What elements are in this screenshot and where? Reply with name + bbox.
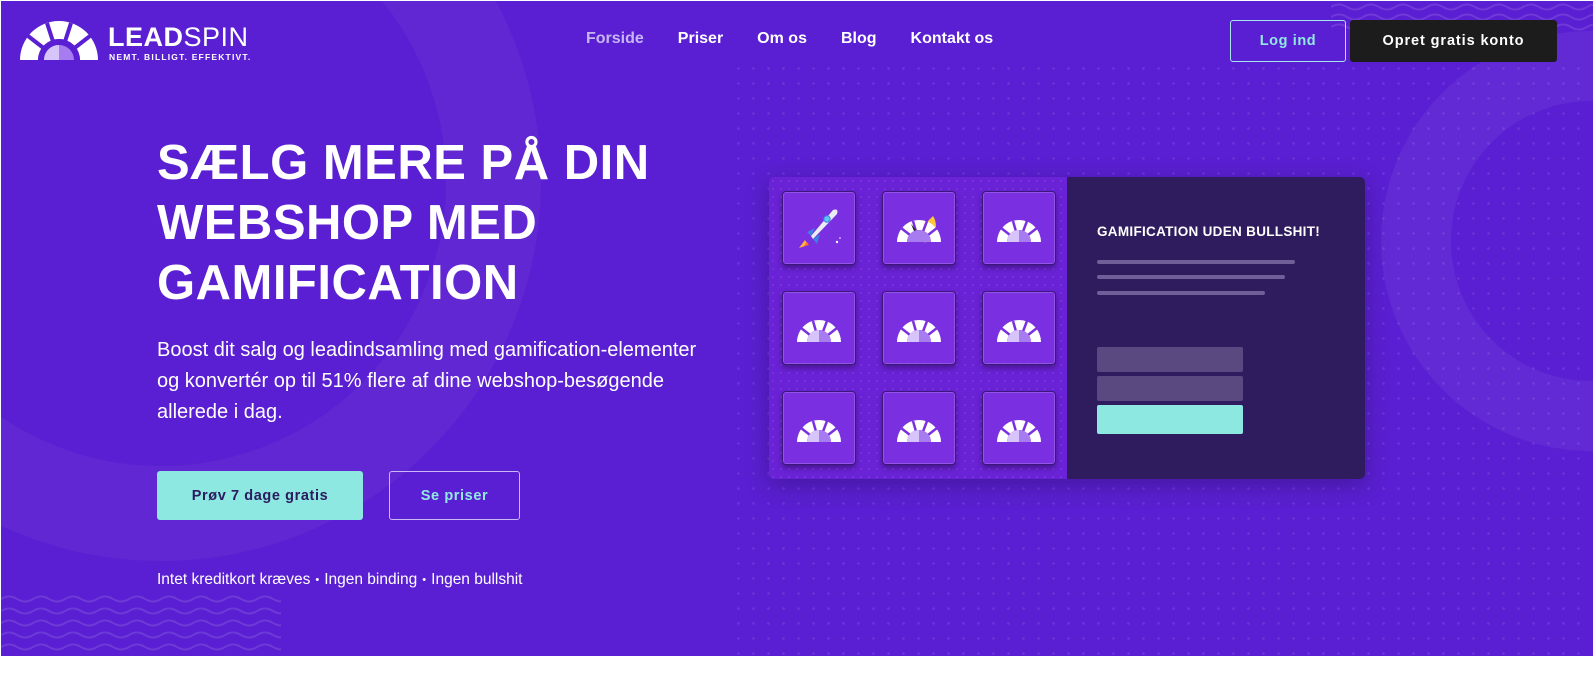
tile-wheel bbox=[882, 391, 956, 465]
wheel-logo-icon bbox=[20, 21, 98, 62]
leadspin-logo[interactable]: LEADSPIN NEMT. BILLIGT. EFFEKTIVT. bbox=[16, 16, 256, 62]
placeholder-text-line bbox=[1097, 275, 1285, 279]
bullet-separator: • bbox=[315, 574, 320, 586]
brand-tagline: NEMT. BILLIGT. EFFEKTIVT. bbox=[109, 52, 252, 62]
tile-grid bbox=[769, 177, 1067, 479]
tile-rocket bbox=[782, 191, 856, 265]
wheel-icon bbox=[797, 320, 841, 343]
hero-section: LEADSPIN NEMT. BILLIGT. EFFEKTIVT. Forsi… bbox=[1, 1, 1593, 656]
wheel-icon bbox=[897, 216, 941, 243]
signup-button[interactable]: Opret gratis konto bbox=[1350, 20, 1557, 62]
tile-wheel bbox=[782, 391, 856, 465]
signup-panel: GAMIFICATION UDEN BULLSHIT! bbox=[1067, 177, 1365, 479]
tile-wheel bbox=[982, 191, 1056, 265]
wave-pattern-icon bbox=[1, 595, 281, 651]
tile-wheel bbox=[882, 291, 956, 365]
nav-item-forside[interactable]: Forside bbox=[586, 30, 644, 48]
see-prices-button[interactable]: Se priser bbox=[389, 471, 520, 520]
gamification-mockup: GAMIFICATION UDEN BULLSHIT! bbox=[769, 177, 1365, 479]
nav-item-kontakt-os[interactable]: Kontakt os bbox=[911, 30, 994, 48]
benefit-item: Intet kreditkort kræves bbox=[157, 571, 311, 588]
placeholder-text-line bbox=[1097, 260, 1295, 264]
main-nav: Forside Priser Om os Blog Kontakt os bbox=[586, 30, 993, 48]
benefit-item: Ingen binding bbox=[324, 571, 418, 588]
placeholder-submit-button bbox=[1097, 405, 1243, 434]
placeholder-input-field bbox=[1097, 347, 1243, 372]
tile-wheel bbox=[982, 291, 1056, 365]
nav-item-om-os[interactable]: Om os bbox=[757, 30, 807, 48]
hero-headline: SÆLG MERE PÅ DIN WEBSHOP MED GAMIFICATIO… bbox=[157, 136, 650, 310]
try-free-button[interactable]: Prøv 7 dage gratis bbox=[157, 471, 363, 520]
placeholder-text-line bbox=[1097, 291, 1265, 295]
wheel-icon bbox=[997, 420, 1041, 443]
benefit-bullets: Intet kreditkort kræves • Ingen binding • In… bbox=[157, 571, 522, 589]
wheel-icon bbox=[797, 420, 841, 443]
tile-wheel bbox=[782, 291, 856, 365]
nav-item-blog[interactable]: Blog bbox=[841, 30, 877, 48]
bullet-separator: • bbox=[422, 574, 427, 586]
hero-subtext: Boost dit salg og leadindsamling med gam… bbox=[157, 339, 697, 423]
tile-wheel-spinning bbox=[882, 191, 956, 265]
login-button[interactable]: Log ind bbox=[1230, 20, 1346, 62]
rocket-icon bbox=[799, 209, 841, 248]
wheel-icon bbox=[997, 320, 1041, 343]
brand-name: LEADSPIN bbox=[108, 22, 249, 52]
wheel-icon bbox=[997, 220, 1041, 243]
tile-wheel bbox=[982, 391, 1056, 465]
wheel-icon bbox=[897, 320, 941, 343]
placeholder-input-field bbox=[1097, 376, 1243, 401]
wheel-icon bbox=[897, 420, 941, 443]
nav-item-priser[interactable]: Priser bbox=[678, 30, 723, 48]
benefit-item: Ingen bullshit bbox=[431, 571, 523, 588]
panel-title: GAMIFICATION UDEN BULLSHIT! bbox=[1097, 224, 1321, 239]
